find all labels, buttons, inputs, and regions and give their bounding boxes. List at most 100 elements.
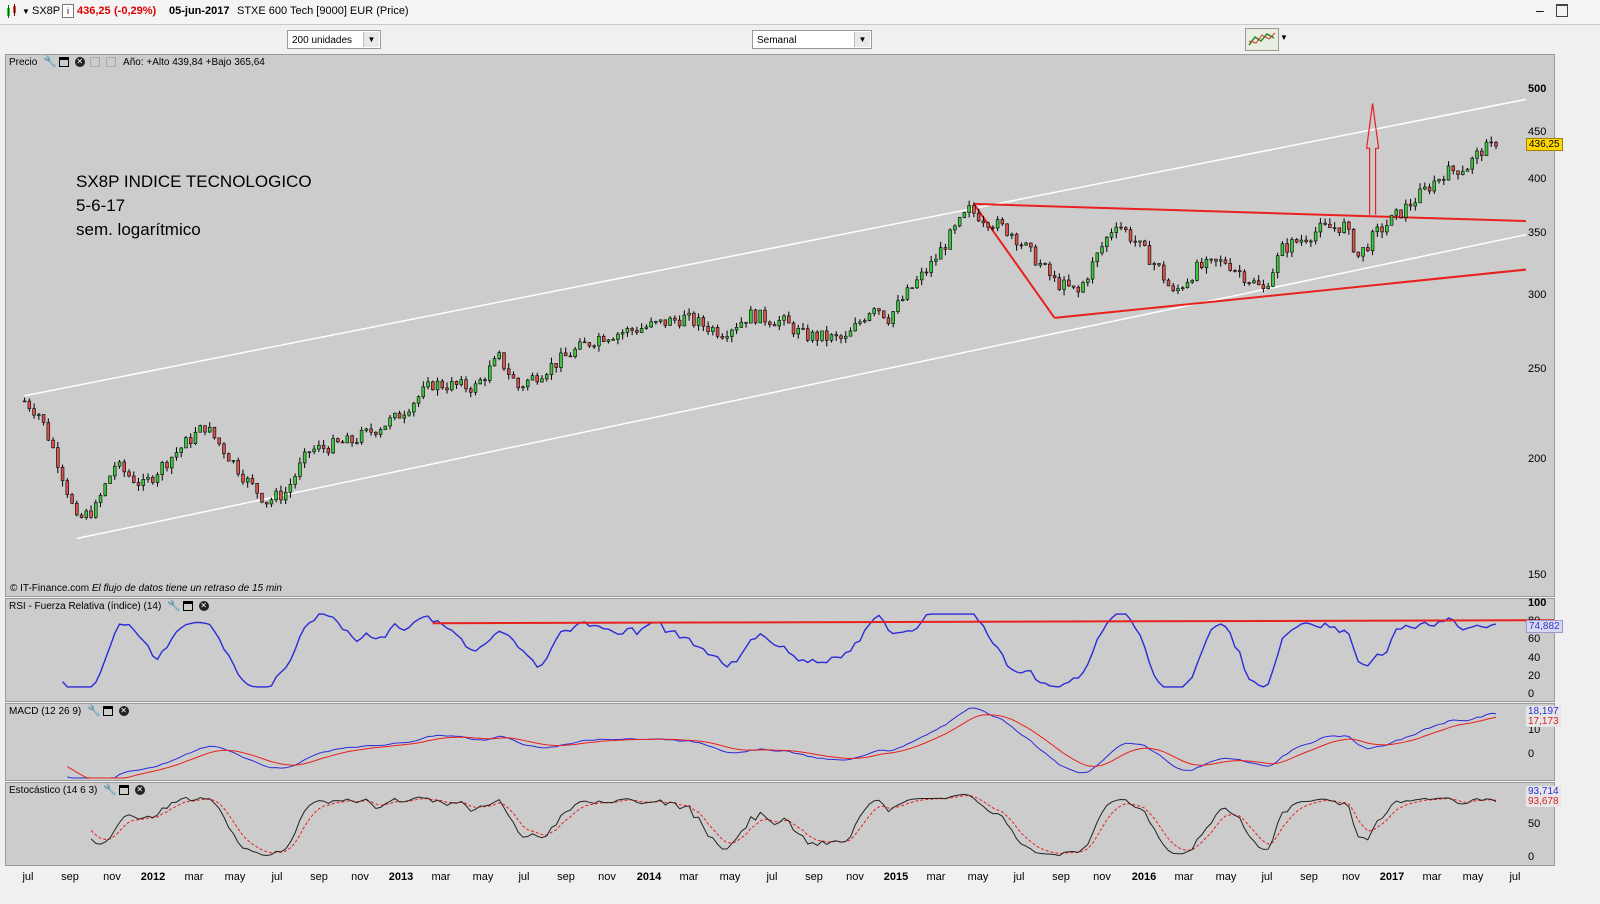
- candle: [1494, 140, 1498, 150]
- candle: [900, 295, 905, 302]
- candle: [502, 352, 506, 371]
- chevron-down-icon[interactable]: ▼: [363, 32, 379, 47]
- change-label: (-0,29%): [114, 5, 157, 17]
- x-axis-month-label: may: [967, 871, 989, 883]
- chevron-down-icon[interactable]: ▼: [854, 32, 870, 47]
- close-icon[interactable]: ✕: [134, 785, 145, 796]
- candle: [459, 376, 463, 387]
- maximize-button[interactable]: [1556, 4, 1568, 17]
- candle: [402, 410, 407, 424]
- candle: [1152, 261, 1156, 271]
- candle: [1361, 247, 1365, 262]
- candle: [132, 471, 136, 484]
- candle: [60, 464, 65, 487]
- wrench-icon[interactable]: 🔧: [103, 785, 117, 796]
- candle: [1328, 218, 1332, 229]
- candle: [715, 324, 720, 339]
- candle: [445, 382, 449, 394]
- candle: [27, 398, 32, 412]
- candle: [739, 317, 744, 328]
- candle: [108, 475, 112, 484]
- macd-panel: MACD (12 26 9) 🔧 ✕: [5, 703, 1555, 781]
- candle: [791, 321, 796, 338]
- candle: [1114, 222, 1119, 239]
- chart-annotation: SX8P INDICE TECNOLOGICO 5-6-17 sem. loga…: [76, 170, 312, 242]
- x-axis-month-label: sep: [1300, 871, 1318, 883]
- x-axis-month-label: mar: [431, 871, 451, 883]
- symbol-dropdown-icon[interactable]: ▼: [22, 7, 30, 16]
- x-axis-month-label: mar: [184, 871, 204, 883]
- stoch-panel-title: Estocástico (14 6 3): [9, 785, 98, 796]
- candle: [616, 332, 620, 345]
- wrench-icon[interactable]: 🔧: [43, 57, 57, 68]
- candle: [113, 462, 117, 480]
- candle: [1119, 222, 1123, 231]
- wrench-icon[interactable]: 🔧: [167, 601, 181, 612]
- units-select[interactable]: 200 unidades ▼: [287, 30, 381, 49]
- candle: [407, 408, 411, 417]
- symbol-label[interactable]: SX8P: [32, 5, 60, 17]
- candle: [853, 317, 857, 332]
- candle: [1252, 277, 1256, 284]
- candle: [1313, 227, 1318, 245]
- candle: [146, 473, 150, 483]
- close-icon[interactable]: ✕: [74, 57, 85, 68]
- candle: [1181, 286, 1185, 291]
- candle: [825, 325, 829, 347]
- candle: [160, 460, 164, 481]
- candle: [1043, 262, 1047, 266]
- candle: [117, 459, 122, 469]
- wrench-icon[interactable]: 🔧: [87, 706, 101, 717]
- trendline-lower-channel: [76, 233, 1526, 540]
- export-icon[interactable]: [90, 57, 101, 68]
- x-axis-month-label: nov: [103, 871, 121, 883]
- candle: [94, 499, 98, 519]
- price-axis-tick: 200: [1528, 452, 1547, 465]
- candle: [815, 330, 819, 346]
- candle: [345, 432, 350, 444]
- copy-icon[interactable]: [106, 57, 117, 68]
- candle: [469, 386, 473, 398]
- candle: [198, 424, 202, 433]
- candle: [1356, 251, 1361, 259]
- candle: [668, 316, 672, 326]
- macd-panel-header: MACD (12 26 9) 🔧 ✕: [9, 706, 129, 717]
- candle: [440, 379, 445, 390]
- candle: [820, 330, 824, 343]
- candle: [170, 456, 174, 474]
- period-select[interactable]: Semanal ▼: [752, 30, 872, 49]
- candle: [872, 307, 876, 317]
- indicators-dropdown-icon[interactable]: ▼: [1280, 33, 1288, 42]
- candle: [307, 451, 312, 458]
- candle: [720, 333, 725, 340]
- chart-type-icon[interactable]: [5, 3, 19, 22]
- close-icon[interactable]: ✕: [198, 601, 209, 612]
- close-icon[interactable]: ✕: [118, 706, 129, 717]
- window-icon[interactable]: [102, 706, 113, 717]
- window-icon[interactable]: [58, 57, 69, 68]
- x-axis-month-label: may: [719, 871, 741, 883]
- candle: [393, 412, 397, 421]
- candle: [549, 357, 554, 380]
- x-axis-month-label: jul: [22, 871, 34, 883]
- window-icon[interactable]: [182, 601, 193, 612]
- indicators-button[interactable]: [1245, 28, 1279, 51]
- minimize-button[interactable]: –: [1536, 2, 1544, 18]
- window-icon[interactable]: [118, 785, 129, 796]
- x-axis-month-label: nov: [846, 871, 864, 883]
- candle: [179, 447, 183, 458]
- candle: [1038, 259, 1043, 268]
- candle: [1294, 238, 1299, 244]
- info-icon[interactable]: i: [62, 4, 74, 18]
- candle: [535, 372, 539, 385]
- candle: [1465, 167, 1470, 172]
- rsi-axis-tick: 20: [1528, 669, 1541, 682]
- candle: [1166, 278, 1171, 287]
- candle: [1280, 241, 1285, 257]
- rsi-panel-title: RSI - Fuerza Relativa (índice) (14): [9, 601, 162, 612]
- candle: [1067, 274, 1071, 288]
- annotation-line-1: SX8P INDICE TECNOLOGICO: [76, 172, 312, 191]
- candle: [98, 492, 103, 508]
- candle: [488, 360, 492, 384]
- candle: [858, 319, 862, 326]
